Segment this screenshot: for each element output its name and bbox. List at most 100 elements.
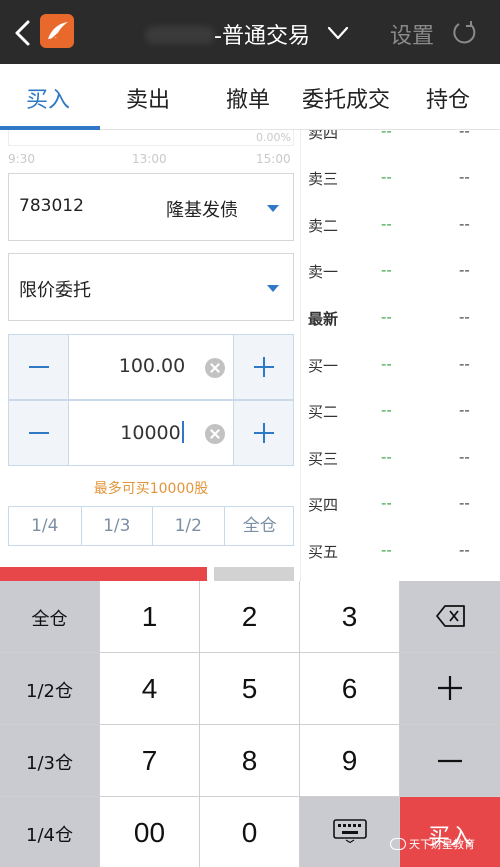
position-ratio-buttons: 1/4 1/3 1/2 全仓	[8, 506, 294, 546]
minus-icon	[438, 759, 462, 763]
key-backspace[interactable]	[400, 581, 500, 652]
watermark-text: 天下财星教育	[409, 838, 475, 851]
key-label: 1/4仓	[26, 825, 73, 846]
key-9[interactable]: 9	[300, 725, 399, 796]
minus-icon	[29, 366, 49, 368]
dropdown-caret-icon	[267, 205, 279, 212]
wechat-icon	[390, 838, 406, 850]
quote-price: --	[381, 215, 392, 233]
key-0[interactable]: 0	[200, 797, 299, 867]
buy-button-partial[interactable]	[0, 567, 207, 581]
ratio-quarter-button[interactable]: 1/4	[9, 507, 81, 545]
clear-quantity-icon[interactable]	[205, 424, 225, 444]
back-arrow-icon[interactable]	[10, 18, 36, 48]
key-label: 2	[241, 601, 258, 632]
quote-label: 买五	[308, 543, 339, 561]
quantity-increase-button[interactable]	[233, 401, 293, 465]
quote-label: 买一	[308, 357, 339, 375]
settings-button[interactable]: 设置	[390, 18, 434, 50]
key-hide-keyboard[interactable]	[300, 797, 399, 867]
key-label: 1/3仓	[26, 753, 73, 774]
key-3[interactable]: 3	[300, 581, 399, 652]
backspace-icon	[436, 605, 465, 627]
chart-time-start: 9:30	[8, 152, 35, 166]
chart-time-end: 15:00	[256, 152, 291, 166]
quote-price: --	[381, 541, 392, 559]
key-buy[interactable]: 买入	[400, 797, 500, 867]
text-cursor	[181, 421, 184, 443]
quote-price: --	[381, 355, 392, 373]
clear-price-icon[interactable]	[205, 358, 225, 378]
key-label: 9	[341, 745, 358, 776]
quote-label: 买二	[308, 403, 339, 421]
quote-label: 卖四	[308, 130, 339, 142]
refresh-icon[interactable]	[450, 18, 478, 48]
quote-volume: --	[459, 541, 470, 559]
key-full-position[interactable]: 全仓	[0, 581, 99, 652]
quote-price: --	[381, 308, 392, 326]
max-buy-hint: 最多可买10000股	[93, 481, 209, 497]
stock-code: 783012	[19, 196, 84, 216]
key-label: 8	[241, 745, 258, 776]
key-label: 7	[141, 745, 158, 776]
quote-price: --	[381, 401, 392, 419]
quote-label: 买三	[308, 450, 339, 468]
quote-label: 卖一	[308, 263, 339, 281]
quote-volume: --	[459, 261, 470, 279]
key-label: 1/2仓	[26, 681, 73, 702]
quote-label: 卖三	[308, 170, 339, 188]
minus-icon	[29, 432, 49, 434]
tab-sell[interactable]: 卖出	[126, 82, 170, 114]
plus-icon	[438, 676, 462, 700]
key-6[interactable]: 6	[300, 653, 399, 724]
key-5[interactable]: 5	[200, 653, 299, 724]
quote-label: 买四	[308, 496, 339, 514]
tab-cancel-order[interactable]: 撤单	[226, 82, 270, 114]
key-plus[interactable]	[400, 653, 500, 724]
tab-orders-deals[interactable]: 委托成交	[302, 82, 390, 114]
ratio-third-button[interactable]: 1/3	[80, 507, 153, 545]
quote-price: --	[381, 448, 392, 466]
quantity-input[interactable]: 10000	[120, 422, 180, 444]
quantity-decrease-button[interactable]	[9, 401, 69, 465]
app-logo-icon	[40, 14, 74, 48]
price-decrease-button[interactable]	[9, 335, 69, 399]
page-title[interactable]: -普通交易	[214, 18, 310, 50]
top-bar: -普通交易 设置	[0, 0, 500, 64]
tab-positions[interactable]: 持仓	[426, 82, 470, 114]
dropdown-caret-icon	[267, 285, 279, 292]
tab-buy[interactable]: 买入	[26, 82, 70, 114]
order-type-selector[interactable]: 限价委托	[8, 253, 294, 321]
ratio-half-button[interactable]: 1/2	[152, 507, 224, 545]
stock-selector[interactable]: 783012 隆基发债	[8, 173, 294, 241]
quote-label: 卖二	[308, 217, 339, 235]
key-label: 1	[141, 601, 158, 632]
secondary-button-partial[interactable]	[214, 567, 294, 581]
stock-name: 隆基发债	[166, 200, 238, 221]
key-7[interactable]: 7	[100, 725, 199, 796]
key-label: 5	[241, 673, 258, 704]
quote-volume: --	[459, 215, 470, 233]
chart-time-mid: 13:00	[132, 152, 167, 166]
ratio-full-button[interactable]: 全仓	[223, 507, 296, 545]
key-quarter-position[interactable]: 1/4仓	[0, 797, 99, 867]
key-label: 0	[241, 817, 258, 848]
key-third-position[interactable]: 1/3仓	[0, 725, 99, 796]
price-increase-button[interactable]	[233, 335, 293, 399]
key-label: 00	[133, 817, 166, 848]
key-8[interactable]: 8	[200, 725, 299, 796]
quantity-stepper: 10000	[8, 400, 294, 466]
quote-label-latest: 最新	[308, 310, 339, 328]
mini-chart-area: 0.00%	[8, 130, 294, 146]
key-00[interactable]: 00	[100, 797, 199, 867]
key-1[interactable]: 1	[100, 581, 199, 652]
key-4[interactable]: 4	[100, 653, 199, 724]
key-label: 全仓	[31, 609, 68, 630]
key-half-position[interactable]: 1/2仓	[0, 653, 99, 724]
quote-volume: --	[459, 448, 470, 466]
quote-volume: --	[459, 168, 470, 186]
quote-price: --	[381, 494, 392, 512]
chevron-down-icon[interactable]	[326, 22, 350, 44]
key-2[interactable]: 2	[200, 581, 299, 652]
key-minus[interactable]	[400, 725, 500, 796]
